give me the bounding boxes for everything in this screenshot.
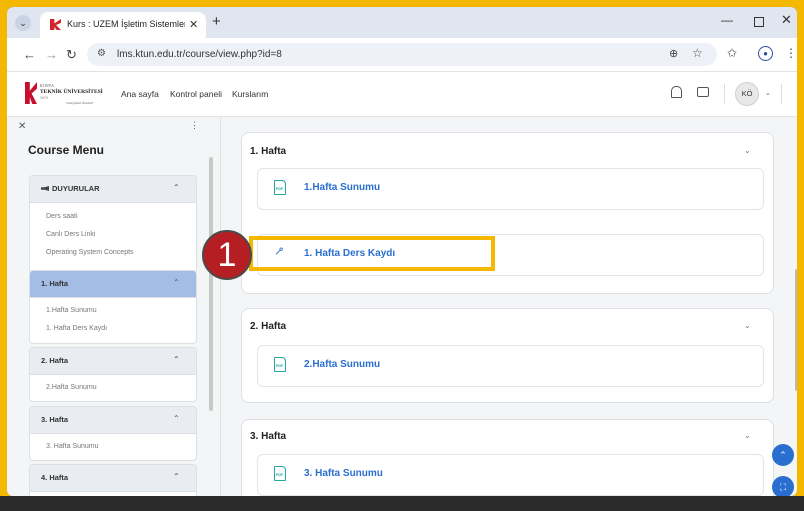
course-main: 1. Hafta ⌄ 1.Hafta Sunumu ⊸ 1. Hafta Der… xyxy=(221,117,797,496)
section-header[interactable]: DUYURULAR ⌃ xyxy=(30,176,196,203)
window-maximize-button[interactable] xyxy=(754,17,764,27)
header-divider-2 xyxy=(781,84,782,104)
course-index-item[interactable]: Operating System Concepts xyxy=(46,249,134,256)
forward-arrow-icon[interactable]: → xyxy=(45,47,58,62)
desktop-taskbar-strip xyxy=(0,496,804,511)
address-row: ← → ↻ ⚙ lms.ktun.edu.tr/course/view.php?… xyxy=(7,38,797,72)
bookmark-star-icon[interactable]: ☆ xyxy=(692,46,703,60)
course-index-item[interactable]: 1.Hafta Sunumu xyxy=(46,307,97,314)
header-divider xyxy=(724,84,725,104)
tab-title: Kurs : UZEM İşletim Sistemleri ( xyxy=(67,19,185,29)
tab-bar: ⌄ Kurs : UZEM İşletim Sistemleri ( ✕ + —… xyxy=(7,7,797,38)
user-avatar[interactable]: KÖ xyxy=(735,82,759,106)
chevron-up-icon[interactable]: ⌃ xyxy=(173,414,180,423)
chevron-up-icon[interactable]: ⌃ xyxy=(173,183,180,192)
section-title[interactable]: 1. Hafta xyxy=(250,146,286,157)
drawer-scrollbar[interactable] xyxy=(209,157,213,411)
section-header[interactable]: 2. Hafta ⌃ xyxy=(30,348,196,375)
step-number-badge: 1 xyxy=(202,230,252,280)
chevron-down-icon[interactable]: ⌄ xyxy=(744,431,751,440)
university-logo[interactable]: KONYA TEKNİK ÜNİVERSİTESİ 1970 "Geleğini… xyxy=(25,80,103,108)
zoom-icon[interactable]: ⊕ xyxy=(669,47,678,60)
chevron-up-icon[interactable]: ⌃ xyxy=(173,355,180,364)
reload-icon[interactable]: ↻ xyxy=(66,47,77,63)
profile-icon[interactable]: ● xyxy=(758,46,773,61)
new-tab-button[interactable]: + xyxy=(212,13,221,30)
browser-tab[interactable]: Kurs : UZEM İşletim Sistemleri ( ✕ xyxy=(40,12,206,38)
section-label: 4. Hafta xyxy=(41,473,69,482)
drawer-close-icon[interactable]: ✕ xyxy=(18,121,26,132)
messages-chat-icon[interactable] xyxy=(697,87,709,97)
activity-link[interactable]: 1.Hafta Sunumu xyxy=(304,182,380,193)
address-bar[interactable]: ⚙ lms.ktun.edu.tr/course/view.php?id=8 ⊕… xyxy=(87,43,717,66)
activity-item[interactable]: 1.Hafta Sunumu xyxy=(257,168,764,210)
activity-item[interactable]: 2.Hafta Sunumu xyxy=(257,345,764,387)
section-title[interactable]: 2. Hafta xyxy=(250,321,286,332)
chevron-up-icon[interactable]: ⌃ xyxy=(173,278,180,287)
tab-search-button[interactable]: ⌄ xyxy=(15,15,31,31)
course-index-drawer: ✕ ⋮ Course Menu DUYURULAR ⌃ Ders saati C… xyxy=(7,117,221,496)
extensions-icon[interactable]: ✩ xyxy=(727,46,737,60)
ktun-favicon-icon xyxy=(50,19,61,30)
section-header[interactable]: 1. Hafta ⌃ xyxy=(30,271,196,298)
notifications-bell-icon[interactable] xyxy=(671,86,682,98)
logo-text-line3: 1970 xyxy=(40,96,48,100)
course-index-section-hafta-1: 1. Hafta ⌃ 1.Hafta Sunumu 1. Hafta Ders … xyxy=(29,270,197,344)
pdf-file-icon xyxy=(274,180,286,195)
page-content: ✕ ⋮ Course Menu DUYURULAR ⌃ Ders saati C… xyxy=(7,117,797,496)
course-section-hafta-2: 2. Hafta ⌄ 2.Hafta Sunumu xyxy=(241,308,774,403)
section-header[interactable]: 4. Hafta ⌃ xyxy=(30,465,196,492)
activity-link[interactable]: 2.Hafta Sunumu xyxy=(304,359,380,370)
section-header[interactable]: 3. Hafta ⌃ xyxy=(30,407,196,434)
course-index-section-hafta-2: 2. Hafta ⌃ 2.Hafta Sunumu xyxy=(29,347,197,402)
url-text[interactable]: lms.ktun.edu.tr/course/view.php?id=8 xyxy=(117,49,282,60)
chevron-down-icon[interactable]: ⌄ xyxy=(744,321,751,330)
activity-link[interactable]: 3. Hafta Sunumu xyxy=(304,468,383,479)
main-scrollbar[interactable] xyxy=(795,269,797,391)
site-info-icon[interactable]: ⚙ xyxy=(97,48,106,59)
course-section-hafta-3: 3. Hafta ⌄ 3. Hafta Sunumu xyxy=(241,419,774,496)
tab-close-icon[interactable]: ✕ xyxy=(189,18,198,31)
section-label: 1. Hafta xyxy=(41,279,69,288)
course-index-section-hafta-3: 3. Hafta ⌃ 3. Hafta Sunumu xyxy=(29,406,197,461)
drawer-title: Course Menu xyxy=(28,143,105,157)
logo-tagline: "Geleğinizi Öncüsü" xyxy=(65,101,94,105)
chevron-down-icon[interactable]: ⌄ xyxy=(744,146,751,155)
pdf-file-icon xyxy=(274,357,286,372)
course-index-item[interactable]: 3. Hafta Sunumu xyxy=(46,443,99,450)
window-minimize-button[interactable]: — xyxy=(721,13,733,27)
section-title[interactable]: 3. Hafta xyxy=(250,431,286,442)
section-label: 3. Hafta xyxy=(41,415,69,424)
site-header: KONYA TEKNİK ÜNİVERSİTESİ 1970 "Geleğini… xyxy=(7,72,797,117)
chevron-up-icon[interactable]: ⌃ xyxy=(173,472,180,481)
nav-my-courses-link[interactable]: Kurslarım xyxy=(232,89,268,99)
browser-menu-icon[interactable]: ⋮ xyxy=(785,46,797,60)
drawer-options-icon[interactable]: ⋮ xyxy=(190,120,199,131)
window-close-button[interactable]: ✕ xyxy=(781,12,792,28)
highlight-box xyxy=(249,236,495,271)
nav-home-link[interactable]: Ana sayfa xyxy=(121,89,159,99)
course-index-section-duyurular: DUYURULAR ⌃ Ders saati Canlı Ders Linki … xyxy=(29,175,197,273)
nav-dashboard-link[interactable]: Kontrol paneli xyxy=(170,89,222,99)
back-arrow-icon[interactable]: ← xyxy=(23,47,36,62)
logo-mark-icon xyxy=(25,82,37,104)
logo-text-line2: TEKNİK ÜNİVERSİTESİ xyxy=(40,89,103,95)
course-index-section-hafta-4: 4. Hafta ⌃ xyxy=(29,464,197,496)
course-index-item[interactable]: Ders saati xyxy=(46,213,78,220)
pdf-file-icon xyxy=(274,466,286,481)
course-index-item[interactable]: Canlı Ders Linki xyxy=(46,231,95,238)
scroll-to-top-button[interactable]: ⌃ xyxy=(772,444,794,466)
section-label: 2. Hafta xyxy=(41,356,69,365)
activity-item[interactable]: 3. Hafta Sunumu xyxy=(257,454,764,496)
chevron-down-icon[interactable]: ⌄ xyxy=(765,89,771,97)
megaphone-icon xyxy=(41,186,49,191)
fullscreen-toggle-button[interactable]: ⛶ xyxy=(772,476,794,496)
logo-text-line1: KONYA xyxy=(40,83,54,88)
section-label: DUYURULAR xyxy=(52,184,100,193)
course-index-item[interactable]: 1. Hafta Ders Kaydı xyxy=(46,325,107,332)
course-index-item[interactable]: 2.Hafta Sunumu xyxy=(46,384,97,391)
